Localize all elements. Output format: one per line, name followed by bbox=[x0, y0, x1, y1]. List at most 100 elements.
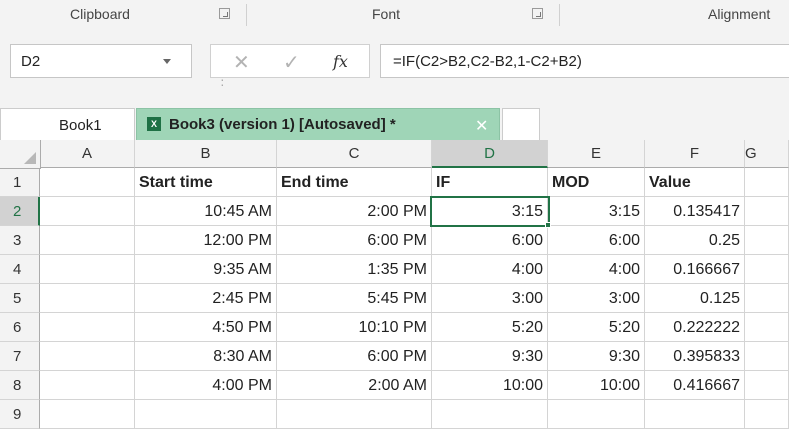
cell-e1[interactable]: MOD bbox=[548, 168, 645, 197]
cell-a2[interactable] bbox=[40, 197, 135, 226]
cell-d5[interactable]: 3:00 bbox=[432, 284, 548, 313]
cell-b3[interactable]: 12:00 PM bbox=[135, 226, 277, 255]
column-header-a[interactable]: A bbox=[40, 140, 135, 168]
cell-e5[interactable]: 3:00 bbox=[548, 284, 645, 313]
tab-book1[interactable]: Book1 bbox=[0, 108, 135, 140]
cell-a6[interactable] bbox=[40, 313, 135, 342]
tab-book3[interactable]: X Book3 (version 1) [Autosaved] * ✕ bbox=[136, 108, 500, 140]
column-header-d[interactable]: D bbox=[432, 140, 548, 168]
cell-d4[interactable]: 4:00 bbox=[432, 255, 548, 284]
row-header-4[interactable]: 4 bbox=[0, 255, 40, 284]
row-header-5[interactable]: 5 bbox=[0, 284, 40, 313]
name-box[interactable]: D2 bbox=[10, 44, 192, 78]
enter-check-icon[interactable]: ✓ bbox=[283, 50, 300, 75]
cell-b6[interactable]: 4:50 PM bbox=[135, 313, 277, 342]
cell-a9[interactable] bbox=[40, 400, 135, 429]
select-all-button[interactable] bbox=[0, 140, 41, 169]
cell-b8[interactable]: 4:00 PM bbox=[135, 371, 277, 400]
cell-d2[interactable]: 3:15 bbox=[432, 197, 548, 226]
cell-c3[interactable]: 6:00 PM bbox=[277, 226, 432, 255]
font-launcher-icon[interactable] bbox=[532, 8, 543, 19]
cell-f5[interactable]: 0.125 bbox=[645, 284, 745, 313]
ribbon-group-clipboard: Clipboard bbox=[70, 6, 130, 22]
cell-g2[interactable] bbox=[745, 197, 789, 226]
ribbon-separator bbox=[246, 4, 247, 26]
workbook-tabs: X Book1 X Book3 (version 1) [Autosaved] … bbox=[0, 100, 789, 140]
chevron-down-icon[interactable] bbox=[163, 59, 171, 64]
cell-b2[interactable]: 10:45 AM bbox=[135, 197, 277, 226]
row-header-7[interactable]: 7 bbox=[0, 342, 40, 371]
cell-c4[interactable]: 1:35 PM bbox=[277, 255, 432, 284]
cell-a4[interactable] bbox=[40, 255, 135, 284]
cell-e6[interactable]: 5:20 bbox=[548, 313, 645, 342]
cell-d9[interactable] bbox=[432, 400, 548, 429]
row-header-9[interactable]: 9 bbox=[0, 400, 40, 429]
cell-b1[interactable]: Start time bbox=[135, 168, 277, 197]
cell-a7[interactable] bbox=[40, 342, 135, 371]
cell-e8[interactable]: 10:00 bbox=[548, 371, 645, 400]
column-header-c[interactable]: C bbox=[277, 140, 432, 168]
column-header-g[interactable]: G bbox=[745, 140, 789, 168]
cell-e7[interactable]: 9:30 bbox=[548, 342, 645, 371]
cell-b5[interactable]: 2:45 PM bbox=[135, 284, 277, 313]
column-header-f[interactable]: F bbox=[645, 140, 745, 168]
spreadsheet-grid: A B C D E F G 1 Start time End time IF MOD Value 2 10:… bbox=[0, 140, 789, 429]
fill-handle[interactable] bbox=[545, 222, 551, 228]
cell-g6[interactable] bbox=[745, 313, 789, 342]
cell-g7[interactable] bbox=[745, 342, 789, 371]
cell-a3[interactable] bbox=[40, 226, 135, 255]
cell-d6[interactable]: 5:20 bbox=[432, 313, 548, 342]
insert-function-icon[interactable]: fx bbox=[333, 52, 348, 71]
cell-a1[interactable] bbox=[40, 168, 135, 197]
column-header-e[interactable]: E bbox=[548, 140, 645, 168]
cell-g5[interactable] bbox=[745, 284, 789, 313]
clipboard-launcher-icon[interactable] bbox=[219, 8, 230, 19]
cell-d1[interactable]: IF bbox=[432, 168, 548, 197]
cell-f9[interactable] bbox=[645, 400, 745, 429]
cell-f1[interactable]: Value bbox=[645, 168, 745, 197]
cell-e4[interactable]: 4:00 bbox=[548, 255, 645, 284]
cell-c5[interactable]: 5:45 PM bbox=[277, 284, 432, 313]
cell-f3[interactable]: 0.25 bbox=[645, 226, 745, 255]
cell-g1[interactable] bbox=[745, 168, 789, 197]
cell-b9[interactable] bbox=[135, 400, 277, 429]
ribbon-group-labels: Clipboard Font Alignment bbox=[0, 0, 789, 31]
cancel-icon[interactable]: ✕ bbox=[233, 50, 250, 75]
cell-c8[interactable]: 2:00 AM bbox=[277, 371, 432, 400]
column-header-b[interactable]: B bbox=[135, 140, 277, 168]
row-header-6[interactable]: 6 bbox=[0, 313, 40, 342]
cell-c6[interactable]: 10:10 PM bbox=[277, 313, 432, 342]
formula-bar: D2 ··· ✕ ✓ fx =IF(C2>B2,C2-B2,1-C2+B2) bbox=[0, 30, 789, 100]
cell-f2[interactable]: 0.135417 bbox=[645, 197, 745, 226]
cell-g4[interactable] bbox=[745, 255, 789, 284]
cell-d7[interactable]: 9:30 bbox=[432, 342, 548, 371]
cell-c1[interactable]: End time bbox=[277, 168, 432, 197]
cell-b7[interactable]: 8:30 AM bbox=[135, 342, 277, 371]
cell-g8[interactable] bbox=[745, 371, 789, 400]
cell-c9[interactable] bbox=[277, 400, 432, 429]
cell-f7[interactable]: 0.395833 bbox=[645, 342, 745, 371]
cell-g3[interactable] bbox=[745, 226, 789, 255]
cell-e9[interactable] bbox=[548, 400, 645, 429]
cell-c2[interactable]: 2:00 PM bbox=[277, 197, 432, 226]
cell-d3[interactable]: 6:00 bbox=[432, 226, 548, 255]
cell-g9[interactable] bbox=[745, 400, 789, 429]
cell-f4[interactable]: 0.166667 bbox=[645, 255, 745, 284]
row-header-3[interactable]: 3 bbox=[0, 226, 40, 255]
cell-e2[interactable]: 3:15 bbox=[548, 197, 645, 226]
cell-b4[interactable]: 9:35 AM bbox=[135, 255, 277, 284]
row-header-2[interactable]: 2 bbox=[0, 197, 40, 226]
new-tab-button[interactable] bbox=[502, 108, 540, 140]
row-header-1[interactable]: 1 bbox=[0, 168, 40, 197]
row-header-8[interactable]: 8 bbox=[0, 371, 40, 400]
formula-text: =IF(C2>B2,C2-B2,1-C2+B2) bbox=[393, 53, 582, 70]
cell-f8[interactable]: 0.416667 bbox=[645, 371, 745, 400]
formula-input[interactable]: =IF(C2>B2,C2-B2,1-C2+B2) bbox=[380, 44, 789, 78]
cell-f6[interactable]: 0.222222 bbox=[645, 313, 745, 342]
cell-d8[interactable]: 10:00 bbox=[432, 371, 548, 400]
cell-a8[interactable] bbox=[40, 371, 135, 400]
close-icon[interactable]: ✕ bbox=[475, 116, 488, 136]
cell-e3[interactable]: 6:00 bbox=[548, 226, 645, 255]
cell-c7[interactable]: 6:00 PM bbox=[277, 342, 432, 371]
cell-a5[interactable] bbox=[40, 284, 135, 313]
